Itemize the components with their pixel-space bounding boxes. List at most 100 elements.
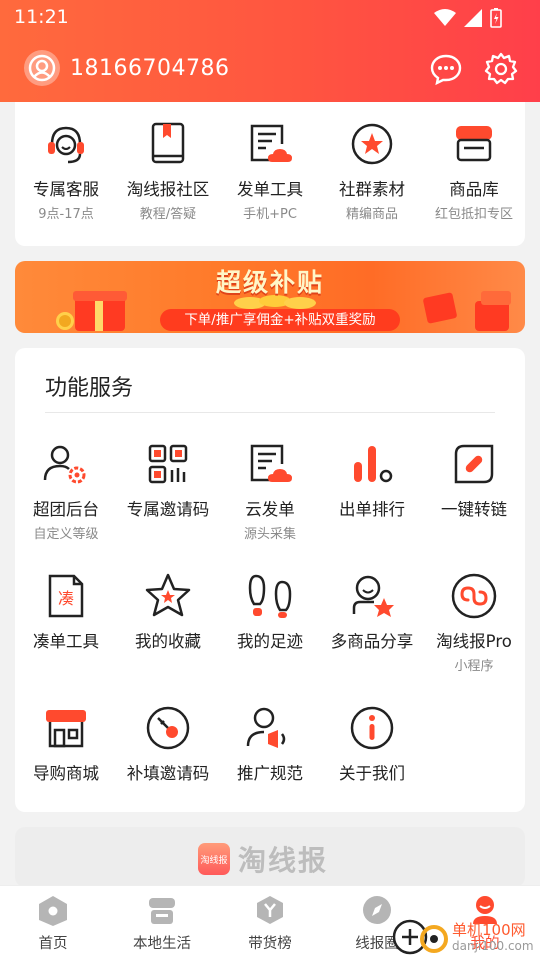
function-services-card: 功能服务 超团后台 自定义等级 专属邀请码 云发单 源头采集 出单排行 一键转链… — [15, 348, 525, 812]
func-item-sub: 自定义等级 — [33, 527, 99, 542]
grid-item-sub: 9点-17点 — [38, 207, 94, 222]
grid-item-sub: 教程/答疑 — [139, 207, 197, 222]
watermark-url: danji100.com — [452, 939, 534, 953]
grid-item-label: 专属客服 — [33, 180, 99, 199]
func-item-label: 关于我们 — [339, 764, 405, 783]
watermark: 单机100网 danji100.com — [390, 915, 534, 959]
grid-item-label: 社群素材 — [339, 180, 405, 199]
svg-text:凑: 凑 — [58, 589, 74, 608]
book-icon — [151, 122, 185, 164]
store-icon — [456, 126, 492, 162]
nav-item-local-life[interactable]: 本地生活 — [112, 894, 212, 953]
grid-item-product-library[interactable]: 商品库 红包抵扣专区 — [423, 118, 525, 222]
grid-item-label: 商品库 — [449, 180, 499, 199]
battery-icon — [490, 8, 502, 28]
banner-subtitle: 下单/推广享佣金+补贴双重奖励 — [160, 309, 400, 331]
func-item-invite-code[interactable]: 专属邀请码 — [117, 438, 219, 523]
func-item-convert-link[interactable]: 一键转链 — [423, 438, 525, 523]
nav-item-home[interactable]: 首页 — [3, 894, 103, 953]
share-user-icon — [352, 575, 394, 617]
status-bar: 11:21 — [0, 0, 540, 36]
func-item-label: 导购商城 — [33, 764, 99, 783]
func-item-multi-share[interactable]: 多商品分享 — [321, 570, 423, 655]
func-item-label: 推广规范 — [237, 764, 303, 783]
func-item-promo-rules[interactable]: 推广规范 — [219, 702, 321, 787]
func-item-pro-miniprogram[interactable]: 淘线报Pro 小程序 — [423, 570, 525, 674]
func-item-order-ranking[interactable]: 出单排行 — [321, 438, 423, 523]
user-settings-icon — [43, 445, 86, 484]
user-phone: 18166704786 — [70, 55, 230, 81]
nav-item-ranking[interactable]: 带货榜 — [220, 894, 320, 953]
avatar[interactable] — [24, 50, 60, 86]
signal-icon — [464, 9, 482, 27]
func-item-bundle-tool[interactable]: 凑 凑单工具 — [15, 570, 117, 655]
document-cloud-icon — [250, 124, 292, 162]
key-icon — [146, 706, 190, 750]
func-item-label: 我的收藏 — [135, 632, 201, 651]
grid-item-label: 发单工具 — [237, 180, 303, 199]
gear-icon — [484, 52, 518, 85]
func-item-label: 一键转链 — [441, 500, 507, 519]
grid-item-sub: 精编商品 — [345, 207, 398, 222]
func-item-label: 我的足迹 — [237, 632, 303, 651]
miniprogram-icon — [451, 573, 497, 619]
user-row[interactable]: 18166704786 — [24, 50, 229, 86]
func-item-label: 出单排行 — [339, 500, 405, 519]
grid-item-label: 淘线报社区 — [126, 180, 210, 199]
func-item-label: 超团后台 — [33, 500, 99, 519]
ranking-icon — [354, 446, 393, 483]
func-item-fill-invite[interactable]: 补填邀请码 — [117, 702, 219, 787]
star-icon — [145, 573, 191, 617]
app-logo-text: 淘线报 — [200, 855, 228, 866]
link-icon — [454, 444, 494, 484]
nav-item-label: 本地生活 — [133, 936, 191, 952]
user-avatar-icon — [28, 54, 56, 82]
divider — [45, 412, 495, 413]
megaphone-user-icon — [246, 707, 286, 748]
func-item-favorites[interactable]: 我的收藏 — [117, 570, 219, 655]
brand-name: 淘线报 — [238, 844, 329, 877]
file-tool-icon: 凑 — [48, 574, 84, 618]
func-item-team-admin[interactable]: 超团后台 自定义等级 — [15, 438, 117, 542]
func-item-label: 云发单 — [245, 500, 295, 519]
header: 11:21 18166704786 — [0, 0, 540, 102]
ranking-badge-icon — [257, 896, 283, 924]
brand-footer: 淘线报 淘线报 — [15, 827, 525, 887]
func-item-sub: 小程序 — [454, 659, 494, 674]
grid-item-sub: 手机+PC — [243, 207, 297, 222]
func-item-shop-mall[interactable]: 导购商城 — [15, 702, 117, 787]
watermark-logo — [392, 919, 448, 955]
status-time: 11:21 — [14, 6, 69, 28]
headset-icon — [48, 126, 84, 164]
footprint-icon — [248, 574, 292, 618]
nav-item-label: 带货榜 — [248, 936, 292, 952]
banner-title: 超级补贴 — [215, 268, 324, 297]
document-cloud-icon — [250, 444, 292, 482]
shop-icon — [46, 710, 86, 748]
star-circle-icon — [351, 123, 393, 165]
func-item-label: 专属邀请码 — [126, 500, 210, 519]
wifi-icon — [434, 9, 456, 26]
grid-item-community[interactable]: 淘线报社区 教程/答疑 — [117, 118, 219, 222]
func-item-about-us[interactable]: 关于我们 — [321, 702, 423, 787]
nav-item-label: 首页 — [38, 936, 68, 952]
func-item-sub: 源头采集 — [243, 527, 296, 542]
message-icon — [430, 54, 462, 86]
local-life-icon — [149, 898, 175, 924]
message-button[interactable] — [429, 52, 463, 86]
info-icon — [350, 706, 394, 750]
promo-banner[interactable]: 超级补贴 下单/推广享佣金+补贴双重奖励 — [15, 261, 525, 333]
quick-tools-card: 专属客服 9点-17点 淘线报社区 教程/答疑 发单工具 手机+PC 社群素材 … — [15, 102, 525, 246]
watermark-text: 单机100网 — [452, 921, 526, 939]
func-item-label: 多商品分享 — [330, 632, 414, 651]
settings-button[interactable] — [484, 52, 518, 86]
grid-item-sub: 红包抵扣专区 — [434, 207, 513, 222]
compass-icon — [363, 896, 391, 924]
func-item-footprints[interactable]: 我的足迹 — [219, 570, 321, 655]
func-item-cloud-post[interactable]: 云发单 源头采集 — [219, 438, 321, 542]
qr-code-icon — [148, 444, 188, 484]
grid-item-post-tool[interactable]: 发单工具 手机+PC — [219, 118, 321, 222]
grid-item-group-material[interactable]: 社群素材 精编商品 — [321, 118, 423, 222]
section-title: 功能服务 — [45, 376, 134, 401]
grid-item-customer-service[interactable]: 专属客服 9点-17点 — [15, 118, 117, 222]
